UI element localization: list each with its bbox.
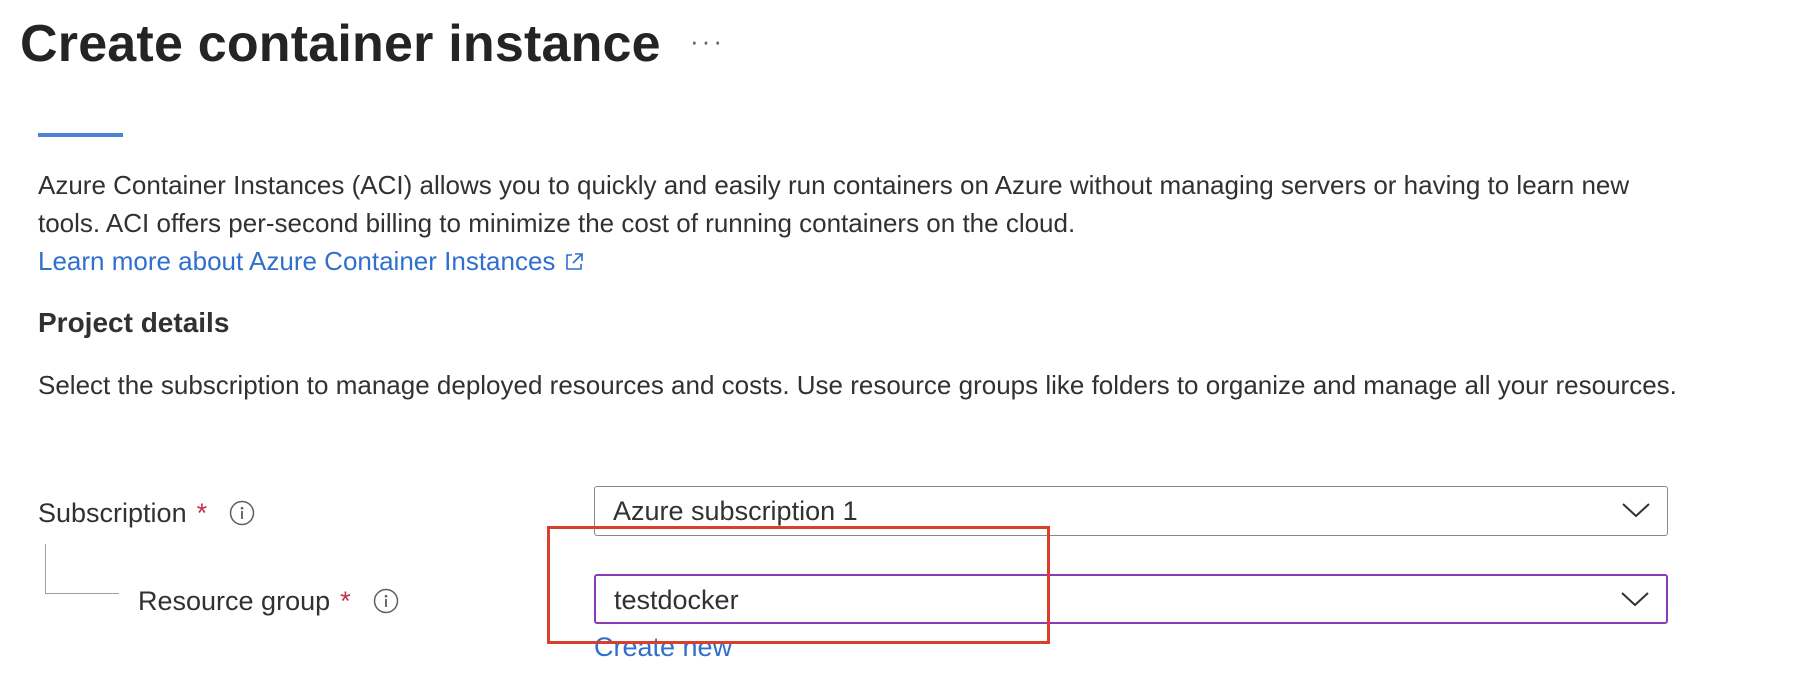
learn-more-link[interactable]: Learn more about Azure Container Instanc… (38, 242, 585, 280)
subscription-dropdown[interactable]: Azure subscription 1 (594, 486, 1668, 536)
resource-group-label: Resource group (138, 586, 331, 616)
create-new-resource-group-link[interactable]: Create new (594, 628, 732, 666)
required-indicator: * (196, 498, 208, 528)
project-details-description: Select the subscription to manage deploy… (38, 370, 1677, 400)
chevron-down-icon (1622, 503, 1650, 518)
info-icon[interactable] (373, 588, 399, 614)
resource-group-dropdown[interactable]: testdocker (594, 574, 1668, 624)
resource-group-label-row: Resource group * (138, 582, 399, 620)
more-options-button[interactable]: ··· (690, 26, 725, 56)
page-title: Create container instance (20, 15, 661, 73)
learn-more-label: Learn more about Azure Container Instanc… (38, 246, 556, 276)
info-icon[interactable] (229, 500, 255, 526)
resource-group-selected-value: testdocker (614, 585, 739, 615)
subscription-label: Subscription (38, 498, 187, 528)
subscription-selected-value: Azure subscription 1 (613, 496, 858, 526)
external-link-icon (566, 253, 584, 270)
tab-active-indicator (38, 133, 123, 137)
intro-description: Azure Container Instances (ACI) allows y… (38, 170, 1630, 238)
hierarchy-connector (45, 544, 119, 594)
required-indicator: * (340, 586, 351, 616)
project-details-heading: Project details (38, 307, 230, 338)
subscription-label-row: Subscription * (38, 494, 255, 532)
chevron-down-icon (1621, 592, 1649, 607)
